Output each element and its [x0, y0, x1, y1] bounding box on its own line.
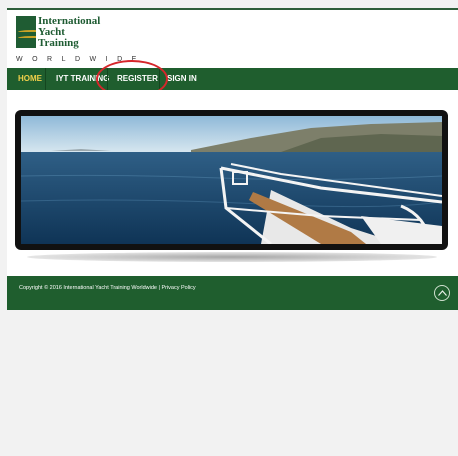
nav-item-home[interactable]: HOME	[11, 68, 49, 90]
hero-frame	[15, 110, 448, 250]
page-background	[7, 310, 458, 456]
logo-wordmark: International Yacht Training	[36, 16, 101, 49]
nav-separator	[45, 68, 46, 90]
main-content	[7, 90, 458, 276]
yacht-bow-sea-photo	[21, 116, 442, 244]
chevron-up-icon	[438, 290, 447, 296]
logo-line-3: Training	[36, 38, 101, 49]
back-to-top-button[interactable]	[434, 285, 450, 301]
hero-shadow	[27, 252, 437, 262]
page: International Yacht Training WORLDWIDE H…	[0, 0, 458, 456]
copyright-text: Copyright © 2016 International Yacht Tra…	[19, 285, 196, 291]
main-nav: HOME IYT TRAINING REGISTER SIGN IN	[7, 68, 458, 90]
header: International Yacht Training WORLDWIDE	[7, 10, 458, 68]
footer: Copyright © 2016 International Yacht Tra…	[7, 276, 458, 310]
hero-image	[21, 116, 442, 244]
